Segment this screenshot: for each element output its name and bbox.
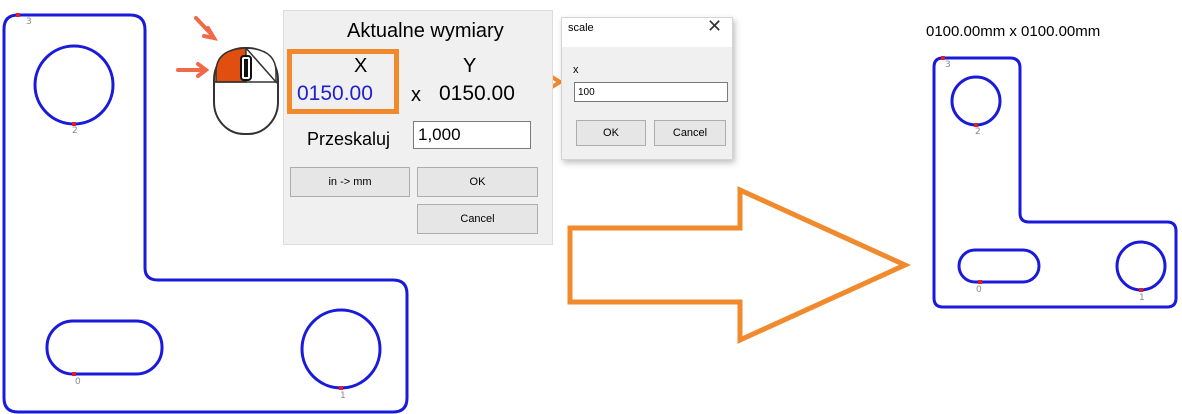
left-top-hole bbox=[33, 44, 115, 126]
scale-field-label: x bbox=[573, 64, 579, 76]
left-slot bbox=[45, 319, 164, 376]
scale-dialog-title: scale bbox=[568, 22, 594, 34]
scale-ok-button[interactable]: OK bbox=[576, 120, 646, 146]
right-point-1: 1 bbox=[1139, 293, 1145, 303]
y-dimension-value: 0150.00 bbox=[439, 82, 515, 105]
scale-value-input[interactable] bbox=[574, 82, 728, 102]
left-marker-1 bbox=[339, 386, 343, 390]
close-icon[interactable]: ✕ bbox=[707, 16, 722, 37]
left-marker-0 bbox=[72, 372, 76, 376]
times-sign: x bbox=[411, 84, 421, 106]
scale-label: Przeskaluj bbox=[307, 129, 391, 149]
right-part-outline bbox=[932, 56, 1178, 309]
mouse-icon bbox=[176, 16, 279, 135]
result-dimensions: 0100.00mm x 0100.00mm bbox=[926, 23, 1101, 40]
y-axis-label: Y bbox=[463, 55, 477, 77]
right-bottom-hole bbox=[1115, 240, 1167, 292]
right-top-hole bbox=[950, 75, 1002, 127]
big-right-arrow bbox=[567, 186, 912, 344]
left-point-2: 2 bbox=[72, 126, 78, 136]
cancel-button[interactable]: Cancel bbox=[417, 204, 538, 234]
left-point-1: 1 bbox=[340, 391, 346, 401]
dialog-title: Aktualne wymiary bbox=[347, 20, 504, 42]
left-point-0: 0 bbox=[75, 377, 81, 387]
right-point-3: 3 bbox=[945, 60, 951, 70]
left-bottom-hole bbox=[300, 308, 382, 390]
left-point-3: 3 bbox=[26, 17, 32, 27]
left-marker-3 bbox=[16, 13, 20, 17]
x-value-highlight-box bbox=[287, 49, 399, 114]
scale-input[interactable] bbox=[413, 121, 531, 149]
in-to-mm-button[interactable]: in -> mm bbox=[290, 167, 410, 197]
right-slot bbox=[957, 248, 1041, 284]
right-point-2: 2 bbox=[975, 127, 981, 137]
right-marker-0 bbox=[978, 280, 982, 284]
right-point-0: 0 bbox=[976, 285, 982, 295]
right-marker-1 bbox=[1139, 288, 1143, 292]
ok-button[interactable]: OK bbox=[417, 167, 538, 197]
scale-cancel-button[interactable]: Cancel bbox=[654, 120, 726, 146]
